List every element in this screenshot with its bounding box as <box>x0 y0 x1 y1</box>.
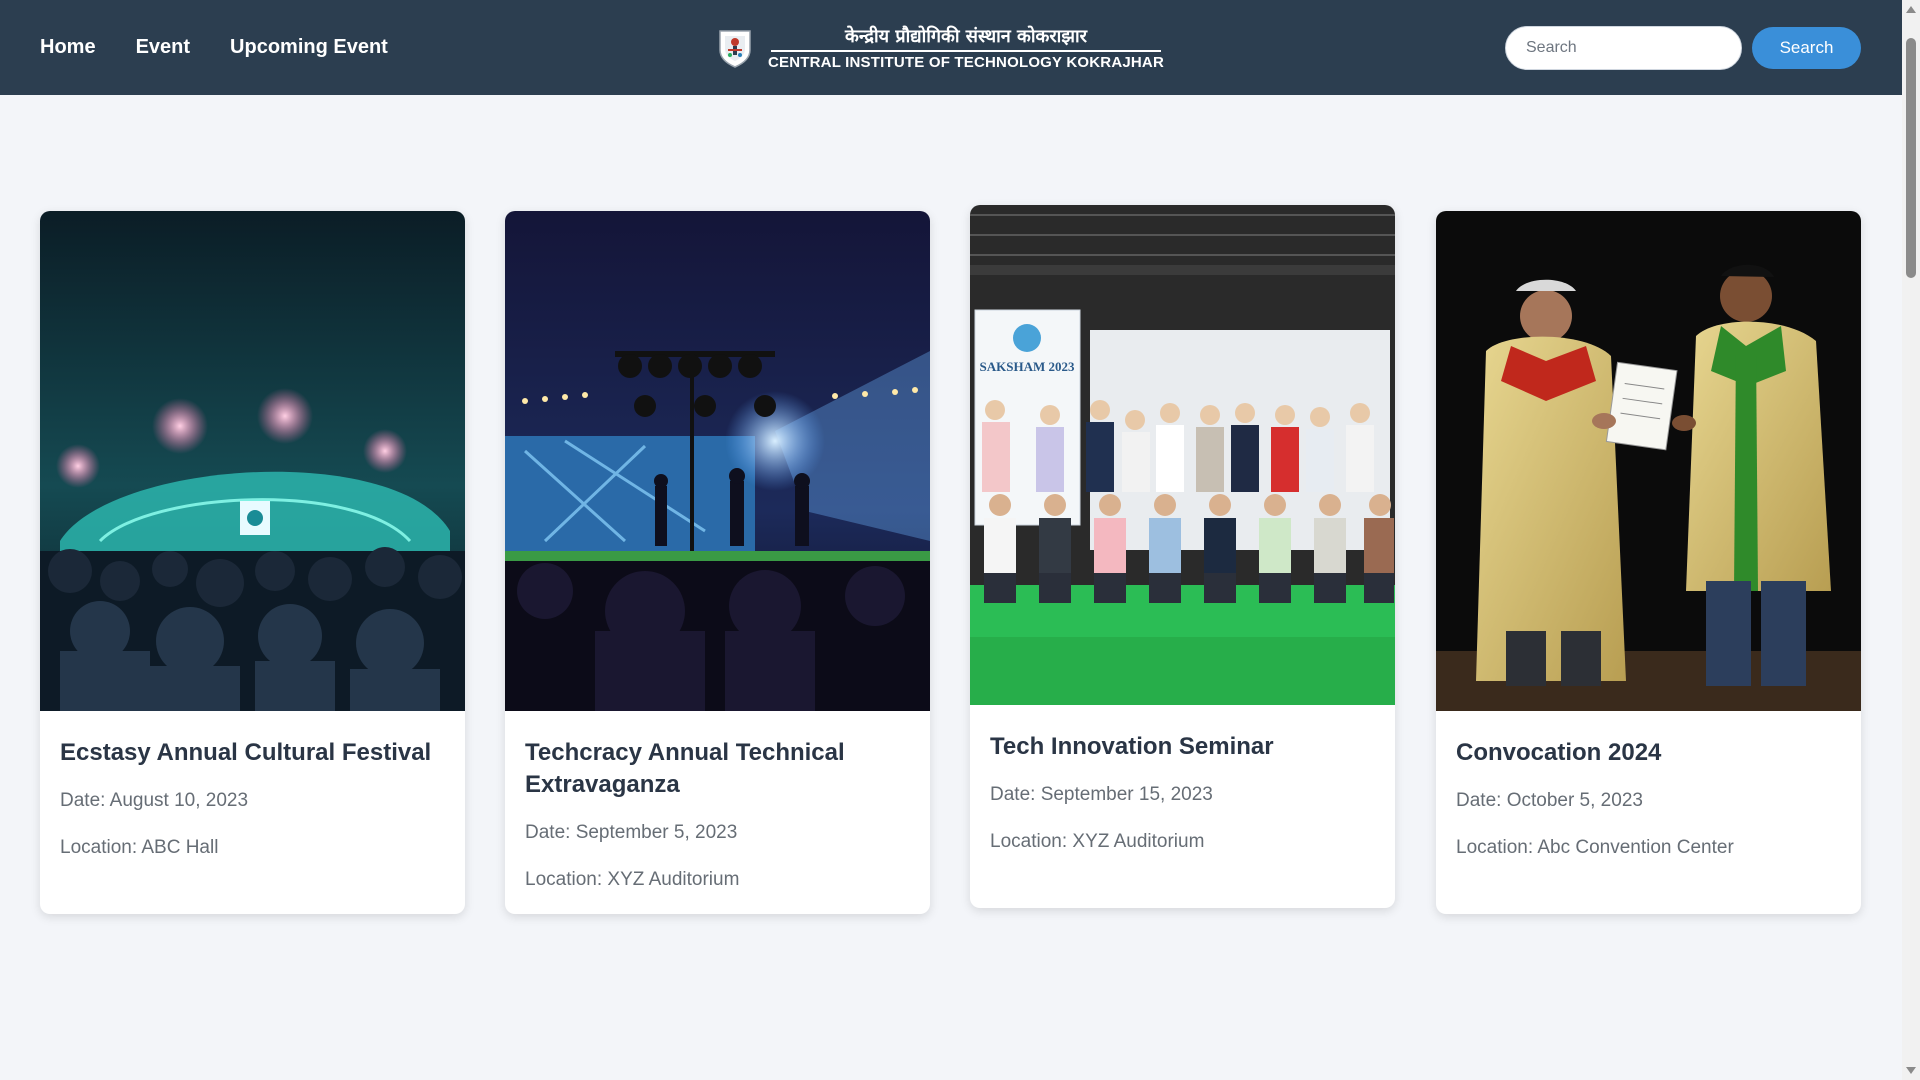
event-date: Date: September 5, 2023 <box>525 822 738 843</box>
brand-english-name: CENTRAL INSTITUTE OF TECHNOLOGY KOKRAJHA… <box>768 54 1164 71</box>
brand-hindi-name: केन्द्रीय प्रौद्योगिकी संस्थान कोकराझार <box>771 24 1161 52</box>
event-card-body: Tech Innovation Seminar Date: September … <box>970 705 1395 854</box>
event-image-stage-lights <box>505 211 930 711</box>
search-button[interactable]: Search <box>1752 27 1861 69</box>
nav-event-link[interactable]: Event <box>136 36 190 59</box>
institute-crest-icon <box>716 27 754 69</box>
event-card-body: Techcracy Annual Technical Extravaganza … <box>505 711 930 892</box>
event-image-group-photo: SAKSHAM 2023 <box>970 205 1395 705</box>
event-date: Date: August 10, 2023 <box>60 790 249 811</box>
event-image-convocation <box>1436 211 1861 711</box>
event-title: Tech Innovation Seminar <box>990 733 1274 760</box>
event-location: Location: ABC Hall <box>60 837 219 858</box>
banner-title: SAKSHAM 2023 <box>980 359 1075 374</box>
top-navbar: Home Event Upcoming Event केन्द्रीय प्रौ… <box>0 0 1902 95</box>
event-card[interactable]: Techcracy Annual Technical Extravaganza … <box>505 211 930 914</box>
event-image-concert <box>40 211 465 711</box>
event-card-body: Convocation 2024 Date: October 5, 2023 L… <box>1436 711 1861 860</box>
event-card[interactable]: Ecstasy Annual Cultural Festival Date: A… <box>40 211 465 914</box>
event-card[interactable]: SAKSHAM 2023 Tech Innovation Seminar Dat… <box>970 205 1395 908</box>
event-location: Location: Abc Convention Center <box>1456 837 1734 858</box>
brand-text: केन्द्रीय प्रौद्योगिकी संस्थान कोकराझार … <box>768 24 1164 71</box>
scrollbar-thumb[interactable] <box>1906 38 1916 278</box>
page-scrollbar[interactable] <box>1902 0 1920 1080</box>
scroll-down-arrow-icon[interactable] <box>1906 1067 1916 1074</box>
event-card-body: Ecstasy Annual Cultural Festival Date: A… <box>40 711 465 860</box>
event-card[interactable]: Convocation 2024 Date: October 5, 2023 L… <box>1436 211 1861 914</box>
event-date: Date: October 5, 2023 <box>1456 790 1643 811</box>
nav-upcoming-event-link[interactable]: Upcoming Event <box>230 36 388 59</box>
scroll-up-arrow-icon[interactable] <box>1906 6 1916 13</box>
event-title: Convocation 2024 <box>1456 739 1662 766</box>
main-nav: Home Event Upcoming Event <box>40 0 388 95</box>
event-title: Ecstasy Annual Cultural Festival <box>60 739 432 766</box>
event-location: Location: XYZ Auditorium <box>990 831 1205 852</box>
event-date: Date: September 15, 2023 <box>990 784 1213 805</box>
nav-home-link[interactable]: Home <box>40 36 96 59</box>
event-location: Location: XYZ Auditorium <box>525 869 740 890</box>
institute-brand[interactable]: केन्द्रीय प्रौद्योगिकी संस्थान कोकराझार … <box>716 24 1164 71</box>
search-input[interactable] <box>1505 26 1742 70</box>
event-title: Techcracy Annual Technical Extravaganza <box>525 739 845 798</box>
